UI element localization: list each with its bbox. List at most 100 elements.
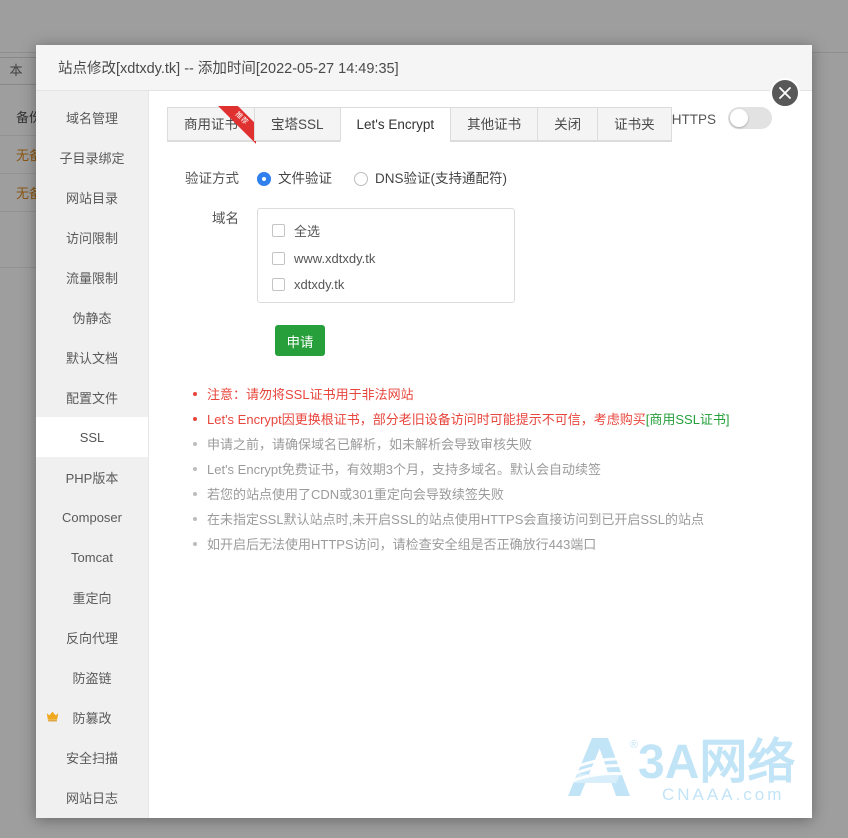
close-button[interactable] bbox=[770, 78, 800, 108]
sidebar-item-label: 网站目录 bbox=[65, 190, 118, 206]
sidebar-item-anti-tamper[interactable]: 防篡改 bbox=[36, 697, 148, 737]
sidebar-item-label: 子目录绑定 bbox=[59, 150, 125, 166]
list-item: Let's Encrypt免费证书，有效期3个月，支持多域名。默认会自动续签 bbox=[193, 457, 812, 482]
sidebar-item-domain-manage[interactable]: 域名管理 bbox=[36, 97, 148, 137]
bullet-icon bbox=[193, 542, 197, 546]
radio-file-verify[interactable]: 文件验证 bbox=[257, 168, 332, 190]
sidebar-item-label: 访问限制 bbox=[65, 230, 118, 246]
note-text: Let's Encrypt免费证书，有效期3个月，支持多域名。默认会自动续签 bbox=[207, 462, 601, 477]
radio-label: 文件验证 bbox=[278, 171, 332, 186]
sidebar-item-anti-leech[interactable]: 防盗链 bbox=[36, 657, 148, 697]
tab-commercial-cert[interactable]: 商用证书 推荐 bbox=[167, 106, 256, 144]
domain-label: 域名 bbox=[212, 211, 239, 226]
ssl-tabs: 商用证书 推荐 宝塔SSL Let's Encrypt 其他证书 关闭 证书夹 bbox=[167, 106, 672, 144]
checkbox-domain-root[interactable]: xdtxdy.tk bbox=[272, 277, 502, 292]
sidebar-item-label: 域名管理 bbox=[65, 110, 118, 126]
sidebar-item-label: Tomcat bbox=[71, 549, 113, 565]
tab-other-cert[interactable]: 其他证书 bbox=[450, 107, 538, 141]
checkbox-icon bbox=[272, 224, 285, 237]
bullet-icon bbox=[193, 467, 197, 471]
sidebar-item-label: 流量限制 bbox=[65, 270, 118, 286]
tab-lets-encrypt[interactable]: Let's Encrypt bbox=[339, 107, 451, 142]
sidebar-item-ssl[interactable]: SSL bbox=[36, 417, 148, 457]
sidebar-item-subdir-bind[interactable]: 子目录绑定 bbox=[36, 137, 148, 177]
watermark-domain: CNAAA.com bbox=[662, 785, 784, 804]
sidebar-item-default-doc[interactable]: 默认文档 bbox=[36, 337, 148, 377]
tab-label: Let's Encrypt bbox=[356, 117, 435, 132]
commercial-ssl-link[interactable]: [商用SSL证书] bbox=[646, 412, 730, 427]
bullet-icon bbox=[193, 392, 197, 396]
notes-list: 注意：请勿将SSL证书用于非法网站 Let's Encrypt因更换根证书，部分… bbox=[183, 382, 812, 557]
note-text: 注意：请勿将SSL证书用于非法网站 bbox=[207, 387, 414, 402]
radio-dns-verify[interactable]: DNS验证(支持通配符) bbox=[354, 168, 507, 190]
note-text: Let's Encrypt因更换根证书，部分老旧设备访问时可能提示不可信，考虑购… bbox=[207, 407, 730, 432]
page-title: 站点修改[xdtxdy.tk] -- 添加时间[2022-05-27 14:49… bbox=[58, 61, 399, 77]
sidebar-item-redirect[interactable]: 重定向 bbox=[36, 577, 148, 617]
tab-label: 其他证书 bbox=[467, 117, 522, 132]
sidebar-item-label: 安全扫描 bbox=[65, 750, 118, 766]
tab-label: 商用证书 bbox=[184, 117, 238, 132]
modal-sidebar: 域名管理 子目录绑定 网站目录 访问限制 流量限制 伪静态 默认文档 配置文件 … bbox=[36, 91, 149, 818]
tab-label: 关闭 bbox=[554, 117, 582, 132]
domain-checkbox-list: 全选 www.xdtxdy.tk xdtxdy.tk bbox=[257, 208, 515, 303]
tab-close-ssl[interactable]: 关闭 bbox=[537, 107, 598, 141]
sidebar-item-rewrite[interactable]: 伪静态 bbox=[36, 297, 148, 337]
sidebar-item-site-dir[interactable]: 网站目录 bbox=[36, 177, 148, 217]
toggle-knob bbox=[730, 109, 748, 127]
note-text-main: Let's Encrypt因更换根证书，部分老旧设备访问时可能提示不可信，考虑购… bbox=[207, 412, 646, 427]
bullet-icon bbox=[193, 417, 197, 421]
sidebar-item-label: 默认文档 bbox=[65, 350, 118, 366]
tab-label: 宝塔SSL bbox=[271, 117, 324, 132]
ssl-form: 验证方式 文件验证 DNS验证(支持通配符) 域名 全选 www.xdtxdy.… bbox=[167, 142, 812, 557]
checkbox-domain-www[interactable]: www.xdtxdy.tk bbox=[272, 251, 502, 266]
tab-cert-folder[interactable]: 证书夹 bbox=[597, 107, 672, 141]
list-item: 如开启后无法使用HTTPS访问，请检查安全组是否正确放行443端口 bbox=[193, 532, 812, 557]
close-icon bbox=[779, 87, 791, 99]
tab-bt-ssl[interactable]: 宝塔SSL bbox=[254, 107, 340, 141]
sidebar-item-label: 重定向 bbox=[72, 590, 112, 606]
list-item: 在未指定SSL默认站点时,未开启SSL的站点使用HTTPS会直接访问到已开启SS… bbox=[193, 507, 812, 532]
radio-icon bbox=[354, 172, 368, 186]
force-https-toggle[interactable] bbox=[728, 107, 772, 129]
sidebar-item-security-scan[interactable]: 安全扫描 bbox=[36, 737, 148, 777]
domain-row: 域名 全选 www.xdtxdy.tk xdtxdy.tk bbox=[183, 208, 812, 303]
radio-icon bbox=[257, 172, 271, 186]
modal-content: 商用证书 推荐 宝塔SSL Let's Encrypt 其他证书 关闭 证书夹 … bbox=[149, 91, 812, 818]
note-text: 如开启后无法使用HTTPS访问，请检查安全组是否正确放行443端口 bbox=[207, 537, 597, 552]
sidebar-item-tomcat[interactable]: Tomcat bbox=[36, 537, 148, 577]
bullet-icon bbox=[193, 442, 197, 446]
apply-button[interactable]: 申请 bbox=[275, 325, 325, 356]
sidebar-item-site-log[interactable]: 网站日志 bbox=[36, 777, 148, 817]
bullet-icon bbox=[193, 517, 197, 521]
sidebar-item-label: PHP版本 bbox=[65, 470, 119, 486]
sidebar-item-label: 防盗链 bbox=[72, 670, 112, 686]
sidebar-item-config-file[interactable]: 配置文件 bbox=[36, 377, 148, 417]
checkbox-label: xdtxdy.tk bbox=[294, 277, 345, 292]
sidebar-item-label: 防篡改 bbox=[72, 710, 112, 726]
bullet-icon bbox=[193, 492, 197, 496]
checkbox-select-all[interactable]: 全选 bbox=[272, 221, 502, 240]
verify-method-label: 验证方式 bbox=[185, 171, 239, 186]
sidebar-item-access-limit[interactable]: 访问限制 bbox=[36, 217, 148, 257]
sidebar-item-label: 伪静态 bbox=[72, 310, 112, 326]
sidebar-item-php-version[interactable]: PHP版本 bbox=[36, 457, 148, 497]
sidebar-item-label: Composer bbox=[62, 509, 122, 525]
tab-label: 证书夹 bbox=[614, 117, 655, 132]
radio-label: DNS验证(支持通配符) bbox=[375, 171, 507, 186]
checkbox-label: www.xdtxdy.tk bbox=[294, 251, 376, 266]
sidebar-item-reverse-proxy[interactable]: 反向代理 bbox=[36, 617, 148, 657]
sidebar-item-composer[interactable]: Composer bbox=[36, 497, 148, 537]
note-text: 在未指定SSL默认站点时,未开启SSL的站点使用HTTPS会直接访问到已开启SS… bbox=[207, 512, 704, 527]
sidebar-item-traffic-limit[interactable]: 流量限制 bbox=[36, 257, 148, 297]
note-text: 申请之前，请确保域名已解析，如未解析会导致审核失败 bbox=[207, 437, 533, 452]
site-modify-modal: 站点修改[xdtxdy.tk] -- 添加时间[2022-05-27 14:49… bbox=[36, 45, 812, 818]
watermark-brand: 3A网络 bbox=[638, 735, 795, 789]
verify-method-radio-group: 文件验证 DNS验证(支持通配符) bbox=[257, 168, 507, 190]
sidebar-item-label: 反向代理 bbox=[65, 630, 118, 646]
registered-mark: ® bbox=[630, 739, 638, 751]
list-item: 申请之前，请确保域名已解析，如未解析会导致审核失败 bbox=[193, 432, 812, 457]
watermark-logo: ® 3A网络 CNAAA.com bbox=[557, 735, 795, 804]
checkbox-label: 全选 bbox=[294, 224, 321, 239]
note-text: 若您的站点使用了CDN或301重定向会导致续签失败 bbox=[207, 487, 504, 502]
list-item: 若您的站点使用了CDN或301重定向会导致续签失败 bbox=[193, 482, 812, 507]
